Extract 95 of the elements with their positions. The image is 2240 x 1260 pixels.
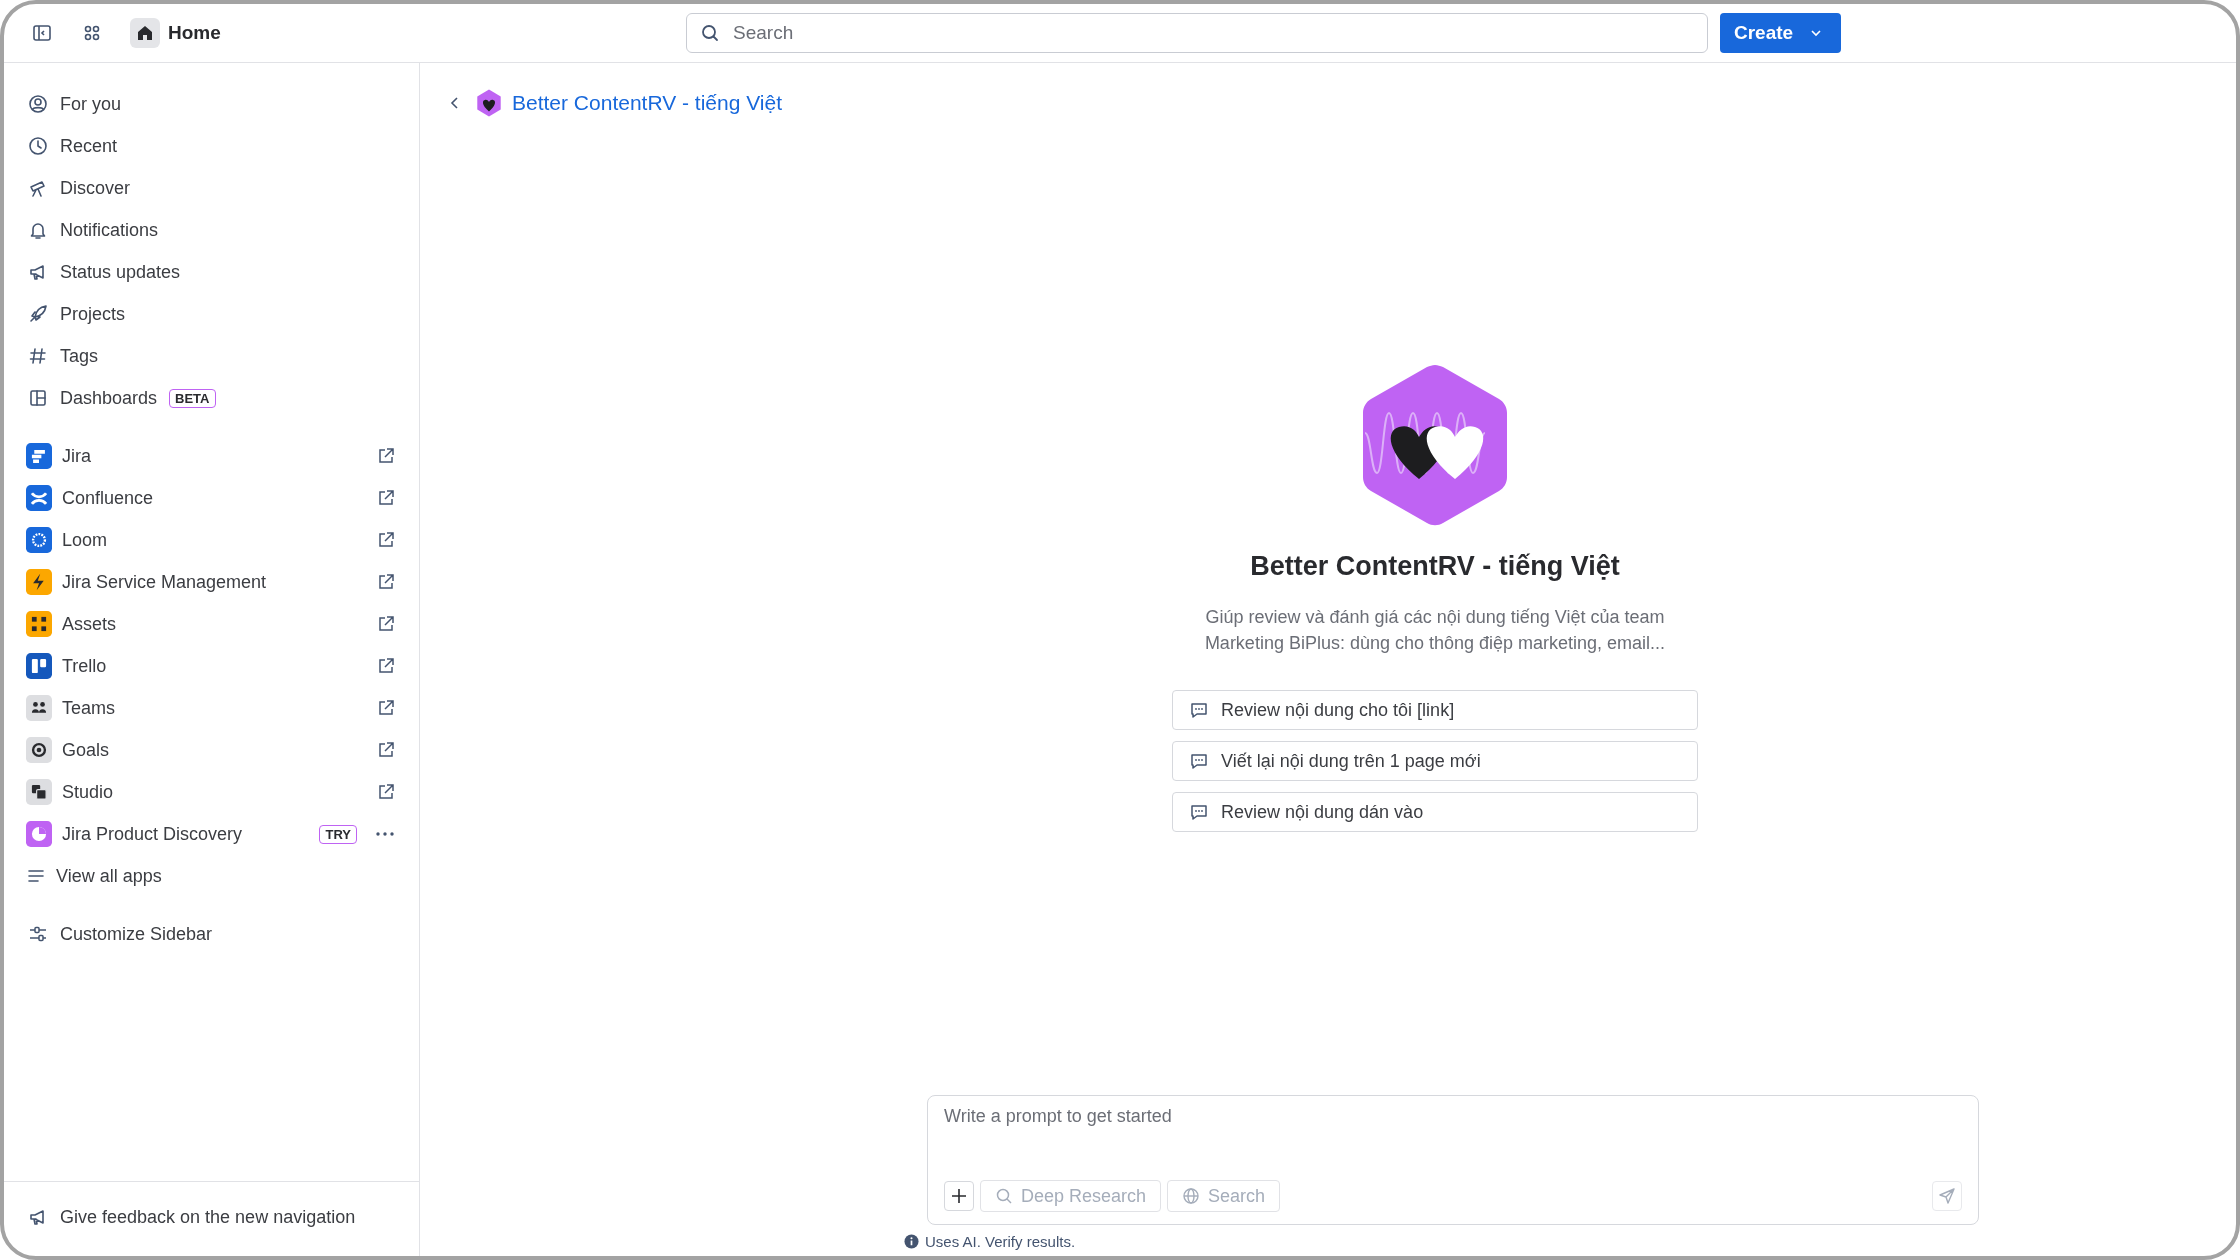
sidebar-app-item[interactable]: Jira Service Management [4, 561, 419, 603]
agent-name: Better ContentRV - tiếng Việt [1250, 551, 1620, 582]
chat-icon [1189, 802, 1209, 822]
loom-icon [26, 527, 52, 553]
confluence-icon [26, 485, 52, 511]
sidebar-app-item[interactable]: Studio [4, 771, 419, 813]
clock-icon [28, 136, 48, 156]
lightning-icon [26, 569, 52, 595]
suggestion-button[interactable]: Viết lại nội dung trên 1 page mới [1172, 741, 1698, 781]
squares-icon [26, 779, 52, 805]
sidebar-item[interactable]: Discover [4, 167, 419, 209]
target-icon [26, 737, 52, 763]
sidebar-item[interactable]: Projects [4, 293, 419, 335]
sidebar-item-label: Notifications [60, 219, 159, 241]
sidebar-item-label: Trello [62, 655, 107, 677]
sidebar-item-label: Goals [62, 739, 110, 761]
sidebar-item[interactable]: Status updates [4, 251, 419, 293]
sidebar-item-label: Jira [62, 445, 91, 467]
sidebar-item-label: Recent [60, 135, 118, 157]
page-title: Home [168, 22, 221, 44]
chat-icon [1189, 700, 1209, 720]
sidebar-item-label: Jira Service Management [62, 571, 267, 593]
sidebar-item-label: Status updates [60, 261, 181, 283]
info-icon [904, 1234, 919, 1249]
sidebar-app-item[interactable]: Jira Product Discovery TRY [4, 813, 419, 855]
sidebar-item-label: Jira Product Discovery [62, 823, 243, 845]
home-icon [130, 18, 160, 48]
telescope-icon [28, 178, 48, 198]
globe-icon [1182, 1187, 1201, 1205]
external-link-icon[interactable] [377, 573, 395, 591]
sidebar-item[interactable]: Notifications [4, 209, 419, 251]
sidebar-item-label: Projects [60, 303, 126, 325]
sidebar-app-item[interactable]: Jira [4, 435, 419, 477]
sidebar-item-label: Give feedback on the new navigation [60, 1206, 356, 1228]
person-icon [28, 94, 48, 114]
external-link-icon[interactable] [377, 657, 395, 675]
external-link-icon[interactable] [377, 741, 395, 759]
sidebar-item-label: Teams [62, 697, 115, 719]
dashboard-icon [28, 388, 48, 408]
sliders-icon [28, 924, 48, 944]
sidebar-item-label: Tags [60, 345, 99, 367]
beta-badge: BETA [169, 388, 216, 408]
external-link-icon[interactable] [377, 615, 395, 633]
sidebar-item[interactable]: Dashboards BETA [4, 377, 419, 419]
agent-breadcrumb-link[interactable]: Better ContentRV - tiếng Việt [512, 91, 783, 115]
sidebar-item-label: Assets [62, 613, 117, 635]
external-link-icon[interactable] [377, 489, 395, 507]
people-icon [26, 695, 52, 721]
sidebar-item[interactable]: Tags [4, 335, 419, 377]
suggestion-button[interactable]: Review nội dung dán vào [1172, 792, 1698, 832]
more-icon[interactable] [375, 831, 395, 837]
sidebar-app-item[interactable]: Teams [4, 687, 419, 729]
sidebar-item[interactable]: Recent [4, 125, 419, 167]
pie-icon [26, 821, 52, 847]
sidebar-item[interactable]: For you [4, 83, 419, 125]
board-icon [26, 653, 52, 679]
sidebar-app-item[interactable]: Loom [4, 519, 419, 561]
customize-sidebar-link[interactable]: Customize Sidebar [4, 913, 419, 955]
heart-hexagon-icon [476, 89, 502, 117]
sidebar-item-label: Confluence [62, 487, 154, 509]
sidebar-item-label: Dashboards [60, 387, 158, 409]
sidebar-item-label: Loom [62, 529, 108, 551]
heart-hexagon-icon [1361, 363, 1509, 527]
sidebar-app-item[interactable]: Confluence [4, 477, 419, 519]
sidebar-app-item[interactable]: Goals [4, 729, 419, 771]
sidebar-app-item[interactable]: Trello [4, 645, 419, 687]
jira-icon [26, 443, 52, 469]
external-link-icon[interactable] [377, 699, 395, 717]
external-link-icon[interactable] [377, 783, 395, 801]
rocket-icon [28, 304, 48, 324]
assets-icon [26, 611, 52, 637]
sidebar-item-label: View all apps [56, 865, 162, 887]
search-field[interactable]: Search [686, 13, 1708, 53]
sidebar-item-label: Discover [60, 177, 130, 199]
sidebar-item-label: Studio [62, 781, 114, 803]
agent-description: Giúp review và đánh giá các nội dung tiếng Việt của team Marketing BiPlus: dùng cho thông điệp marketing, email... [1203, 606, 1667, 655]
chat-icon [1189, 751, 1209, 771]
external-link-icon[interactable] [377, 531, 395, 549]
sidebar-item-label: Customize Sidebar [60, 923, 213, 945]
add-button[interactable] [944, 1181, 974, 1211]
external-link-icon[interactable] [377, 447, 395, 465]
search-icon [700, 23, 720, 43]
suggestion-button[interactable]: Review nội dung cho tôi [link] [1172, 690, 1698, 730]
create-button[interactable]: Create [1720, 13, 1842, 53]
bell-icon [28, 220, 48, 240]
try-badge: TRY [319, 824, 357, 844]
view-all-apps-link[interactable]: View all apps [4, 855, 419, 897]
ai-disclaimer: Uses AI. Verify results. [925, 1233, 1076, 1250]
hash-icon [28, 346, 48, 366]
search-icon [995, 1187, 1013, 1205]
feedback-link[interactable]: Give feedback on the new navigation [4, 1196, 419, 1238]
send-icon [1938, 1187, 1956, 1205]
sidebar-app-item[interactable]: Assets [4, 603, 419, 645]
sidebar-item-label: For you [60, 93, 122, 115]
plus-icon [950, 1187, 968, 1205]
